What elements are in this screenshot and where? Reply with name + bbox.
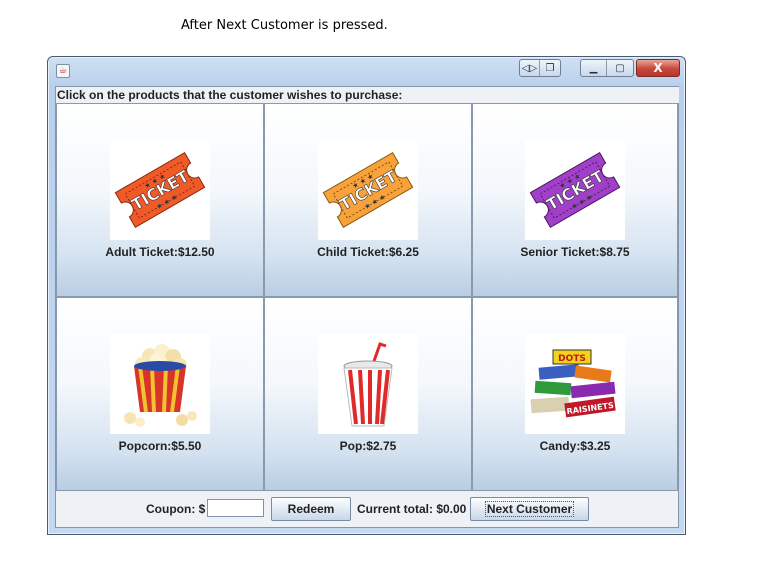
resize-arrows-icon[interactable]: ◁▷	[520, 60, 540, 76]
maximize-icon[interactable]: ▢	[607, 60, 633, 76]
next-customer-button[interactable]: Next Customer	[470, 497, 589, 521]
product-label: Popcorn:$5.50	[118, 439, 202, 453]
coupon-input[interactable]	[207, 499, 264, 517]
app-window: ☕ ◁▷ ❐ ▁ ▢ X Click on the products that …	[47, 56, 686, 535]
content-panel: Click on the products that the customer …	[55, 86, 679, 528]
instructions-label: Click on the products that the customer …	[56, 87, 679, 103]
product-pop[interactable]: Pop:$2.75	[264, 297, 472, 491]
ticket-icon: TICKET ★ ★ ★ ★ ★ ★	[110, 140, 210, 240]
title-bar[interactable]: ☕ ◁▷ ❐ ▁ ▢ X	[48, 57, 685, 85]
restore-window-icon[interactable]: ❐	[540, 60, 560, 76]
product-label: Child Ticket:$6.25	[317, 245, 419, 259]
ticket-icon: TICKET ★ ★ ★ ★ ★ ★	[525, 140, 625, 240]
close-button[interactable]: X	[636, 59, 680, 77]
product-grid: TICKET ★ ★ ★ ★ ★ ★ Adult Ticket:$12.50 T…	[56, 103, 678, 491]
soda-cup-icon	[318, 334, 418, 434]
product-child-ticket[interactable]: TICKET ★ ★ ★ ★ ★ ★ Child Ticket:$6.25	[264, 103, 472, 297]
redeem-button[interactable]: Redeem	[271, 497, 351, 521]
candy-boxes-icon: DOTS RAISINETS	[525, 334, 625, 434]
svg-text:DOTS: DOTS	[558, 354, 586, 364]
checkout-bar: Coupon: $ Redeem Current total: $0.00 Ne…	[56, 491, 678, 527]
window-extra-buttons: ◁▷ ❐	[519, 59, 561, 77]
window-controls: ▁ ▢	[580, 59, 634, 77]
product-label: Adult Ticket:$12.50	[105, 245, 215, 259]
product-adult-ticket[interactable]: TICKET ★ ★ ★ ★ ★ ★ Adult Ticket:$12.50	[56, 103, 264, 297]
minimize-icon[interactable]: ▁	[581, 60, 608, 76]
product-label: Candy:$3.25	[539, 439, 611, 453]
product-senior-ticket[interactable]: TICKET ★ ★ ★ ★ ★ ★ Senior Ticket:$8.75	[472, 103, 678, 297]
product-popcorn[interactable]: Popcorn:$5.50	[56, 297, 264, 491]
popcorn-icon	[110, 334, 210, 434]
coupon-label: Coupon: $	[146, 502, 206, 516]
current-total-label: Current total: $0.00	[357, 502, 467, 516]
ticket-icon: TICKET ★ ★ ★ ★ ★ ★	[318, 140, 418, 240]
product-candy[interactable]: DOTS RAISINETS Candy:$3.25	[472, 297, 678, 491]
java-app-icon[interactable]: ☕	[56, 64, 70, 78]
product-label: Pop:$2.75	[339, 439, 397, 453]
next-customer-label: Next Customer	[484, 501, 575, 517]
screenshot-caption: After Next Customer is pressed.	[181, 18, 388, 33]
product-label: Senior Ticket:$8.75	[520, 245, 630, 259]
